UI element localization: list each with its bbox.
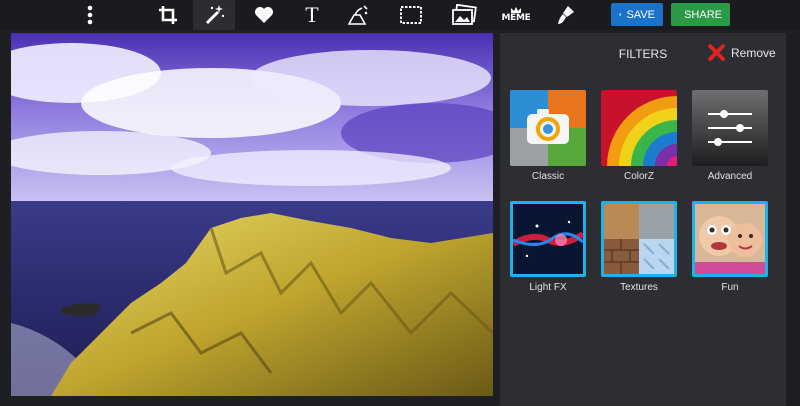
camera-collage-icon xyxy=(510,90,586,166)
draw-tool-button[interactable] xyxy=(343,0,373,30)
brush-icon xyxy=(558,6,574,24)
filter-classic[interactable]: Classic xyxy=(508,90,588,182)
share-label: SHARE xyxy=(684,8,722,21)
fun-thumbnail xyxy=(692,201,768,277)
photos-icon xyxy=(452,4,477,25)
save-label: SAVE xyxy=(626,8,655,21)
heart-icon xyxy=(255,7,273,23)
more-menu-button[interactable] xyxy=(79,0,101,30)
filter-light-fx[interactable]: Light FX xyxy=(508,201,588,293)
meme-icon: MEME xyxy=(501,13,531,23)
filter-label: Advanced xyxy=(707,171,753,182)
edited-photo xyxy=(11,33,493,396)
text-icon: T xyxy=(305,2,319,27)
close-x-icon xyxy=(708,44,725,61)
frames-tool-button[interactable] xyxy=(396,0,426,30)
crop-tool-button[interactable] xyxy=(148,0,188,30)
filter-label: Fun xyxy=(721,282,739,293)
remove-filter-button[interactable]: Remove xyxy=(708,44,776,61)
frame-icon xyxy=(400,6,422,24)
textures-thumbnail xyxy=(601,201,677,277)
crop-icon xyxy=(159,6,177,24)
remove-label: Remove xyxy=(731,45,776,60)
photo-canvas[interactable] xyxy=(11,33,493,396)
rainbow-swirl-icon xyxy=(601,90,677,166)
paint-drip-icon xyxy=(347,5,368,25)
brush-tool-button[interactable] xyxy=(552,0,580,30)
filter-advanced[interactable]: Advanced xyxy=(690,90,770,182)
top-toolbar: T MEME SAVE SHARE xyxy=(0,0,800,30)
filters-tool-button[interactable] xyxy=(193,0,235,30)
funny-faces-icon xyxy=(695,204,765,274)
filter-textures[interactable]: Textures xyxy=(599,201,679,293)
texture-collage-icon xyxy=(604,204,674,274)
sliders-icon xyxy=(708,110,752,146)
magic-wand-icon xyxy=(205,5,225,25)
vertical-dots-icon xyxy=(87,5,93,25)
classic-thumbnail xyxy=(510,90,586,166)
overlays-tool-button[interactable] xyxy=(448,0,480,30)
filters-panel: FILTERS Remove Classic ColorZ Advanced L… xyxy=(500,33,786,406)
text-tool-button[interactable]: T xyxy=(298,0,326,30)
save-button[interactable]: SAVE xyxy=(611,3,663,26)
filter-colorz[interactable]: ColorZ xyxy=(599,90,679,182)
advanced-thumbnail xyxy=(692,90,768,166)
download-icon xyxy=(619,13,622,16)
meme-tool-button[interactable]: MEME xyxy=(500,0,532,30)
light-fx-thumbnail xyxy=(510,201,586,277)
filter-fun[interactable]: Fun xyxy=(690,201,770,293)
filter-label: Classic xyxy=(531,171,565,182)
filter-label: ColorZ xyxy=(623,171,654,182)
stickers-tool-button[interactable] xyxy=(250,0,278,30)
share-button[interactable]: SHARE xyxy=(671,3,730,26)
light-streak-icon xyxy=(513,204,583,274)
filter-label: Light FX xyxy=(529,282,567,293)
filter-label: Textures xyxy=(620,282,658,293)
colorz-thumbnail xyxy=(601,90,677,166)
